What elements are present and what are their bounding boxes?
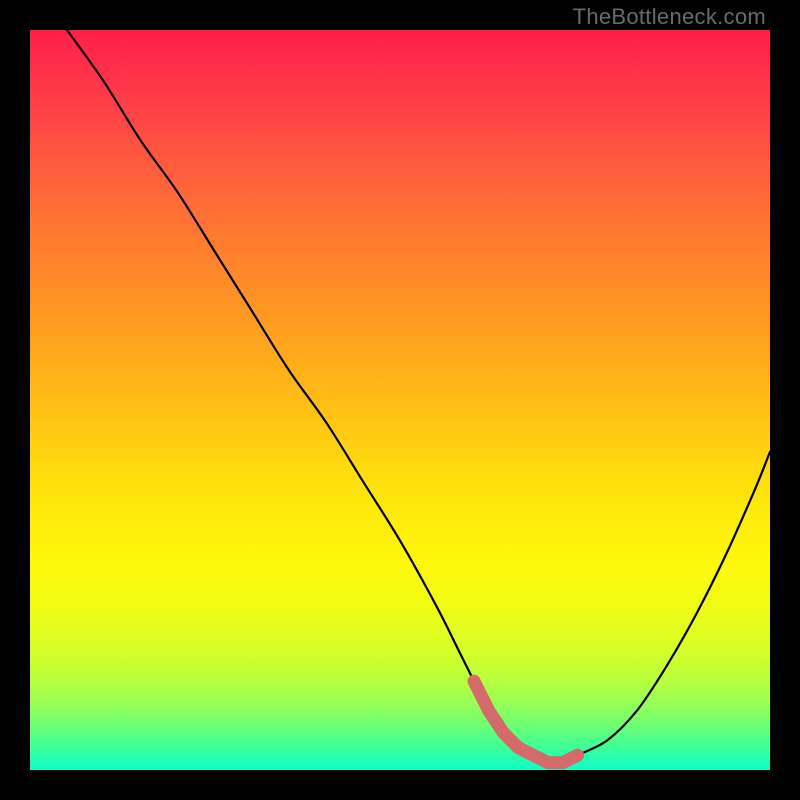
curve-svg — [30, 30, 770, 770]
bottleneck-curve — [67, 30, 770, 764]
watermark-text: TheBottleneck.com — [573, 4, 766, 30]
chart-frame: TheBottleneck.com — [0, 0, 800, 800]
optimal-range-marker — [474, 681, 578, 762]
plot-area — [30, 30, 770, 770]
